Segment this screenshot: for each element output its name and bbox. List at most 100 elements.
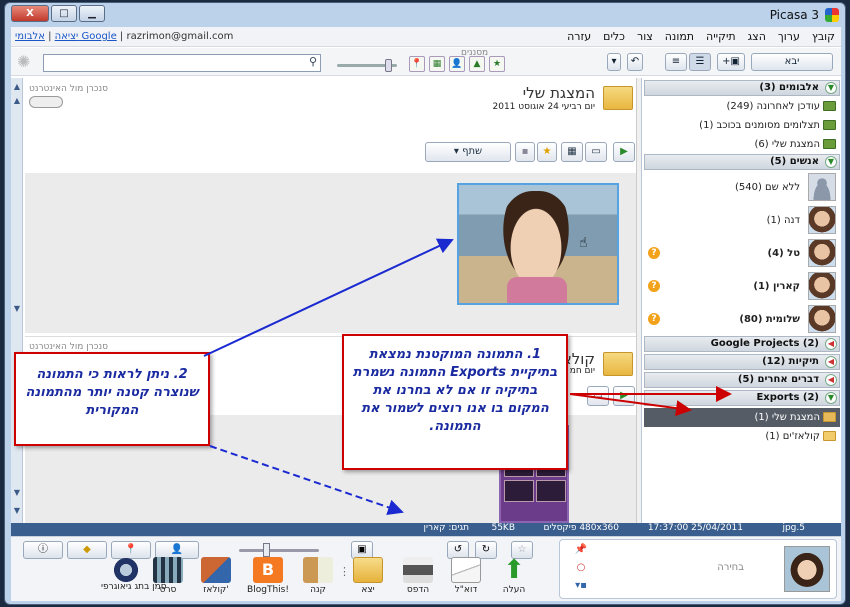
import-label: יבא (784, 56, 800, 67)
expand-icon[interactable]: ◀ (825, 338, 837, 350)
play-slideshow-icon[interactable]: ▶ (613, 386, 635, 406)
share-button[interactable]: שתף ▾ (425, 142, 511, 162)
person-item[interactable]: ? קארין (1) (644, 270, 840, 303)
sync-label: סנכרן מול האינטרנט (29, 84, 109, 94)
collage-tile (504, 480, 534, 502)
uploaded-filter-icon[interactable]: ▲ (469, 56, 485, 72)
tree-view-icon[interactable]: ≡ (665, 53, 687, 71)
minimize-button[interactable]: ▁ (79, 5, 105, 22)
account-bar: יציאה | אלבומי Google | razrimon@gmail.c… (15, 31, 233, 42)
menu-create[interactable]: צור (637, 30, 653, 43)
face-filter-icon[interactable]: 👤 (449, 56, 465, 72)
collage-label: קולאז' (203, 585, 229, 595)
undo-icon[interactable]: ↶ (627, 53, 643, 71)
buy-label: קנה (310, 585, 326, 595)
person-item[interactable]: ? טל (4) (644, 237, 840, 270)
import-button[interactable]: יבא (751, 53, 833, 71)
photo-thumbnail[interactable]: ☝ (457, 183, 619, 305)
menu-help[interactable]: עזרה (567, 30, 591, 43)
maximize-button[interactable]: □ (51, 5, 77, 22)
scroll-down-icon[interactable]: ▼ (12, 488, 22, 500)
child-body-image (507, 277, 567, 303)
edit-description-icon[interactable]: ▭ (587, 386, 609, 406)
face-thumbnail (808, 305, 836, 333)
exports-header[interactable]: ▼ Exports (2) (644, 390, 840, 406)
clear-selection-icon[interactable]: ○ (572, 562, 590, 576)
collapse-icon[interactable]: ▼ (825, 82, 837, 94)
globe-icon[interactable] (111, 557, 141, 583)
slider-knob[interactable] (385, 59, 392, 72)
google-projects-header[interactable]: ◀ Google Projects (2) (644, 336, 840, 352)
question-icon[interactable]: ? (648, 247, 660, 259)
child-face-image (499, 191, 573, 289)
tag-icon[interactable]: ◆ (67, 541, 107, 559)
menu-edit[interactable]: ערוך (778, 30, 800, 43)
dropdown-button[interactable]: ▾ (607, 53, 621, 71)
collapse-icon[interactable]: ▼ (825, 156, 837, 168)
file-datetime: 25/04/2011 17:37:00 (647, 523, 743, 533)
album-section: המצגת שלי יום רביעי 24 אוגוסט 2011 סנכרן… (25, 84, 635, 174)
person-item[interactable]: ? שלומית (80) (644, 303, 840, 336)
person-name: ללא שם (540) (734, 182, 800, 193)
album-item[interactable]: תצלומים מסומנים בכוכב (1) (644, 116, 840, 135)
menu-file[interactable]: קובץ (812, 30, 835, 43)
buy-icon[interactable] (303, 557, 333, 583)
scroll-down-icon[interactable]: ▼ (12, 304, 22, 316)
menu-tools[interactable]: כלים (603, 30, 625, 43)
info-icon[interactable]: ⓘ (23, 541, 63, 559)
geotag-filter-icon[interactable]: 📍 (409, 56, 425, 72)
left-scrollbar[interactable]: ▲ ▲ ▼ ▼ ▼ (11, 78, 23, 523)
list-view-icon[interactable]: ☰ (689, 53, 711, 71)
printer-icon[interactable] (403, 557, 433, 583)
exports-item-slideshow[interactable]: המצגת שלי (1) (644, 408, 840, 427)
edit-description-icon[interactable]: ▭ (585, 142, 607, 162)
menu-view[interactable]: הצג (748, 30, 766, 43)
movie-icon[interactable] (153, 557, 183, 583)
question-icon[interactable]: ? (648, 280, 660, 292)
sync-toggle[interactable] (29, 96, 63, 108)
person-item[interactable]: ללא שם (540) (644, 171, 840, 204)
folders-header[interactable]: ◀ תיקיות (12) (644, 354, 840, 370)
hold-icon[interactable]: 📌 (572, 544, 590, 558)
gallery-icon[interactable]: ▦ (561, 142, 583, 162)
add-folder-icon[interactable]: +▣ (717, 53, 745, 71)
expand-icon[interactable]: ◀ (825, 374, 837, 386)
menu-folder[interactable]: תיקייה (706, 30, 736, 43)
email-icon[interactable] (451, 557, 481, 583)
album-item[interactable]: עודכן לאחרונה (249) (644, 97, 840, 116)
zoom-slider[interactable] (239, 543, 319, 557)
close-button[interactable]: X (11, 5, 49, 22)
save-icon[interactable]: ▪ (515, 142, 535, 162)
movie-filter-icon[interactable]: ▦ (429, 56, 445, 72)
album-title[interactable]: המצגת שלי (523, 84, 595, 102)
sign-out-link[interactable]: יציאה (55, 31, 79, 42)
add-to-album-icon[interactable]: ▾▪ (572, 580, 590, 594)
star-icon[interactable]: ★ (537, 142, 557, 162)
albums-header[interactable]: ▼ אלבומים (3) (644, 80, 840, 96)
menu-picture[interactable]: תמונה (665, 30, 694, 43)
scroll-down-icon[interactable]: ▼ (12, 506, 22, 518)
collage-icon[interactable] (201, 557, 231, 583)
tray-thumbnail[interactable] (784, 546, 830, 592)
filter-slider[interactable] (337, 59, 397, 72)
scroll-up-icon[interactable]: ▲ (12, 82, 22, 94)
face-thumbnail (808, 239, 836, 267)
blogger-icon[interactable]: B (253, 557, 283, 583)
person-item[interactable]: דנה (1) (644, 204, 840, 237)
scroll-up-icon[interactable]: ▲ (12, 96, 22, 108)
play-slideshow-icon[interactable]: ▶ (613, 142, 635, 162)
picasa-logo-icon (825, 8, 839, 22)
other-stuff-header[interactable]: ◀ דברים אחרים (5) (644, 372, 840, 388)
exports-item-collages[interactable]: קולאז'ים (1) (644, 427, 840, 446)
export-folder-icon[interactable] (353, 557, 383, 583)
search-input[interactable]: ⚲ (43, 54, 321, 72)
album-item[interactable]: המצגת שלי (6) (644, 135, 840, 154)
expand-icon[interactable]: ◀ (825, 356, 837, 368)
upload-icon[interactable]: ⬆ (499, 557, 529, 583)
collapse-icon[interactable]: ▼ (825, 392, 837, 404)
question-icon[interactable]: ? (648, 313, 660, 325)
picasa-window: X □ ▁ Picasa 3 קובץ ערוך הצג תיקייה תמונ… (4, 2, 846, 605)
people-header[interactable]: ▼ אנשים (5) (644, 154, 840, 170)
zoom-knob[interactable] (263, 543, 270, 557)
star-filter-icon[interactable]: ★ (489, 56, 505, 72)
